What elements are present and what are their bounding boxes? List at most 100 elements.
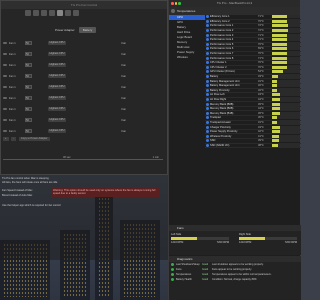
minimize-icon[interactable]	[174, 2, 177, 5]
rule-from-input[interactable]: 50	[25, 107, 32, 111]
fan-rule-row: Fan 1 50 Highest CPU Fan	[1, 105, 169, 113]
rule-sensor-select[interactable]: Highest CPU	[48, 118, 66, 122]
sensor-value: 70°C	[258, 19, 264, 23]
sensor-level-bar	[272, 47, 300, 51]
sensor-dot-icon	[206, 52, 209, 56]
sensor-value: 70°C	[258, 65, 264, 69]
window-title: TG Pro - MacBookPro14,3	[216, 1, 253, 5]
fan-left[interactable]: Left Side 1210 RPM 7200 RPM	[171, 233, 229, 244]
rule-sensor-select[interactable]: Highest CPU	[48, 129, 66, 133]
rule-from-input[interactable]: 50	[25, 118, 32, 122]
rule-from-input[interactable]: 50	[25, 85, 32, 89]
checkmark-icon	[171, 273, 174, 276]
copy-to-adapter-button[interactable]: Copy to Power Adapter	[18, 137, 50, 141]
sensor-level-bar	[272, 107, 300, 111]
rule-toggle[interactable]	[3, 86, 7, 88]
sensor-value: 41°C	[258, 134, 264, 138]
sensor-name: Performance Core 2	[210, 29, 234, 33]
rule-from-input[interactable]: 50	[25, 96, 32, 100]
rule-toggle[interactable]	[3, 97, 7, 99]
tab-general[interactable]	[25, 10, 31, 16]
rule-sensor-select[interactable]: Highest CPU	[48, 63, 66, 67]
rule-toggle[interactable]	[3, 53, 7, 55]
rule-from-input[interactable]: 50	[25, 63, 32, 67]
remove-rule-button[interactable]: -	[11, 137, 17, 141]
rule-toggle[interactable]	[3, 42, 7, 44]
sensor-value: 44°C	[258, 97, 264, 101]
sensor-row[interactable]: SSD (NAND I/O) 38°C	[205, 143, 301, 149]
rule-from-input[interactable]: 50	[25, 129, 32, 133]
rule-toggle[interactable]	[3, 64, 7, 66]
sensor-dot-icon	[206, 42, 209, 46]
rule-toggle[interactable]	[3, 108, 7, 110]
sensor-name: Efficiency Core 1	[210, 15, 230, 19]
rule-spacer	[68, 96, 116, 100]
sensor-dot-icon	[206, 15, 209, 19]
rule-spacer	[68, 63, 116, 67]
sensor-dot-icon	[206, 38, 209, 42]
sensor-value: 33°C	[258, 75, 264, 79]
tab-dock[interactable]	[49, 10, 55, 16]
rule-sensor-select[interactable]: Highest CPU	[48, 52, 66, 56]
rule-spacer	[68, 52, 116, 56]
tab-about[interactable]	[73, 10, 79, 16]
rule-sensor-select[interactable]: Highest CPU	[48, 74, 66, 78]
rule-spacer	[68, 129, 116, 133]
sensor-level-bar	[272, 134, 300, 138]
power-adapter-option[interactable]: Power Adapter	[53, 27, 77, 33]
sensor-name: GPU Cluster (8 Core)	[210, 70, 235, 74]
option-text: Boost Instead of Auto Max	[2, 194, 33, 197]
fan-speed-bar	[171, 237, 229, 240]
sensor-level-bar	[272, 42, 300, 46]
sensor-name: CPU Cluster 2	[210, 65, 227, 69]
sensor-dot-icon	[206, 24, 209, 28]
fan-right[interactable]: Right Side 1210 RPM 7200 RPM	[239, 233, 297, 244]
sensor-name: Performance Core 4	[210, 38, 234, 42]
sensor-name: SSD	[210, 139, 216, 143]
tab-notifications[interactable]	[33, 10, 39, 16]
rule-fan-name: Fan 1	[9, 41, 16, 45]
sensor-value: 31°C	[258, 120, 264, 124]
sensor-dot-icon	[206, 70, 209, 74]
rule-footer: + - Copy to Power Adapter	[3, 137, 52, 141]
sensor-level-bar	[272, 65, 300, 69]
rule-from-input[interactable]: 50	[25, 74, 32, 78]
diagnostic-detail: Condition: Normal, charge capacity 89%	[212, 278, 257, 281]
rule-fan-name: Fan 1	[9, 107, 16, 111]
slider-value: 30 sec	[63, 156, 71, 159]
rule-from-input[interactable]: 50	[25, 52, 32, 56]
sidebar-item-wireless[interactable]: Wireless	[169, 55, 205, 60]
sensor-value: 72°C	[258, 29, 264, 33]
close-icon[interactable]	[171, 2, 174, 5]
sensor-level-bar	[272, 97, 300, 101]
tab-advanced[interactable]	[65, 10, 71, 16]
rule-target: Fan	[121, 107, 126, 111]
rule-toggle[interactable]	[3, 130, 7, 132]
rule-toggle[interactable]	[3, 119, 7, 121]
rule-sensor-select[interactable]: Highest CPU	[48, 41, 66, 45]
slider-track[interactable]	[3, 159, 163, 160]
rule-sensor-select[interactable]: Highest CPU	[48, 96, 66, 100]
sensor-dot-icon	[206, 139, 209, 143]
toolbar-tabs	[25, 10, 79, 16]
sensor-name: Performance Core 1	[210, 24, 234, 28]
rule-sensor-select[interactable]: Highest CPU	[48, 85, 66, 89]
sensor-value: 32°C	[258, 88, 264, 92]
sensor-level-bar	[272, 93, 300, 97]
sensor-name: Performance Core 7	[210, 52, 234, 56]
fans-panel: Fans Left Side 1210 RPM 7200 RPM Right S…	[169, 225, 301, 255]
rule-sensor-select[interactable]: Highest CPU	[48, 107, 66, 111]
add-rule-button[interactable]: +	[3, 137, 9, 141]
delay-slider[interactable]: 30 sec 1 min	[3, 156, 163, 161]
sensor-list: Efficiency Core 1 71°C Efficiency Core 2 70…	[205, 15, 301, 149]
rule-from-input[interactable]: 50	[25, 41, 32, 45]
rule-toggle[interactable]	[3, 75, 7, 77]
battery-option[interactable]: Battery	[78, 27, 97, 33]
rule-target: Fan	[121, 129, 126, 133]
fan-max: 7200 RPM	[284, 241, 297, 244]
zoom-icon[interactable]	[178, 2, 181, 5]
rule-target: Fan	[121, 41, 126, 45]
tab-menubar[interactable]	[41, 10, 47, 16]
sensor-value: 69°C	[258, 47, 264, 51]
tab-fan-control[interactable]	[57, 10, 63, 16]
